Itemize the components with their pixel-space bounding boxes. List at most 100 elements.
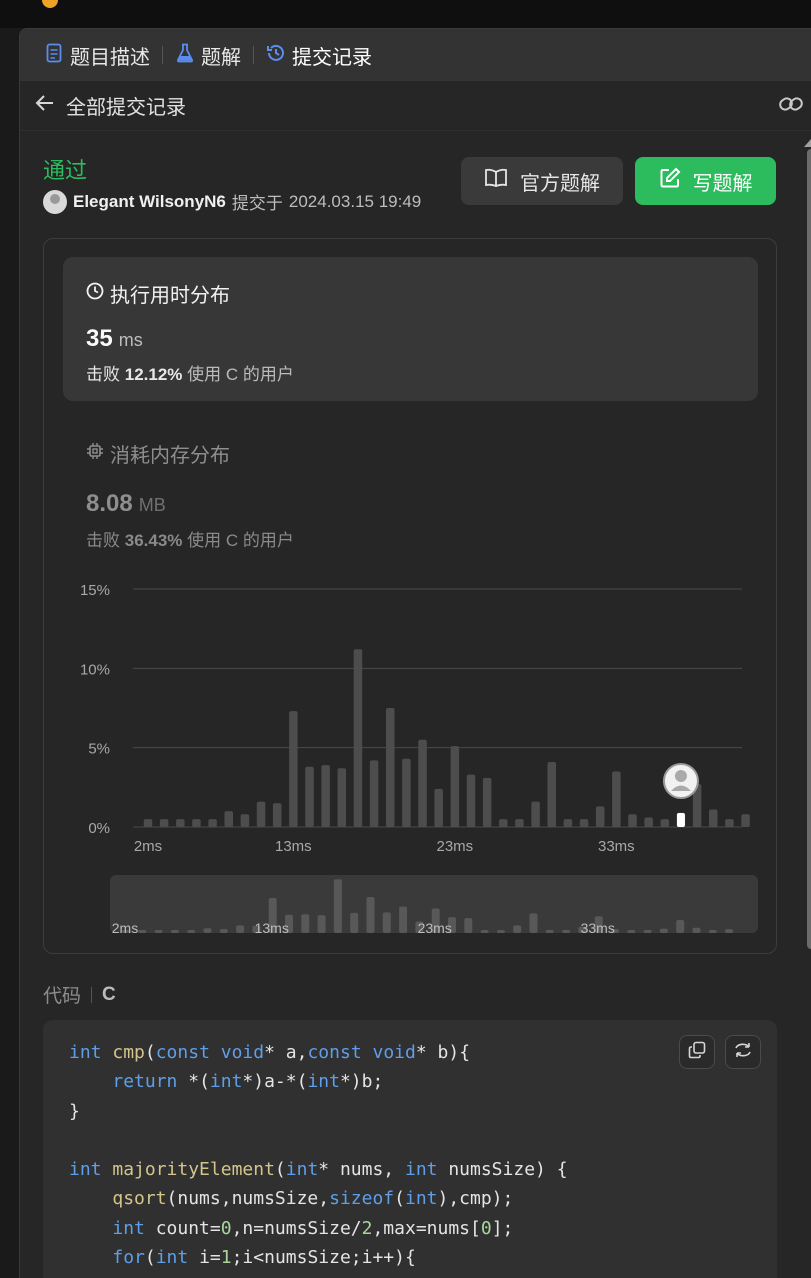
overview-bar (513, 925, 522, 933)
code-language: C (102, 983, 116, 1005)
tab-solutions[interactable]: 题解 (171, 41, 245, 70)
overview-bar (692, 927, 701, 933)
official-solution-button[interactable]: 官方题解 (461, 157, 623, 205)
overview-bar (219, 929, 228, 933)
code-label: 代码 (43, 986, 82, 1007)
overview-bar (659, 928, 668, 933)
code-block[interactable]: int cmp(const void* a,const void* b){ re… (43, 1020, 777, 1278)
submissions-subheader: 全部提交记录 (20, 81, 811, 131)
chart-bar (402, 758, 411, 827)
submission-panel: 题目描述 题解 提交记录 全部提交记录 通过 Elegant WilsonyN6… (19, 28, 811, 1278)
overview-bar (627, 930, 636, 933)
edit-icon (659, 167, 681, 195)
submission-meta: Elegant WilsonyN6 提交于 2024.03.15 19:49 (43, 189, 421, 214)
overview-bar (154, 930, 163, 933)
overview-tick-label: 13ms (255, 920, 289, 936)
overview-bar (464, 918, 473, 933)
overview-tick-label: 23ms (418, 920, 452, 936)
chart-bar (192, 819, 201, 827)
overview-bar (187, 930, 196, 933)
chart-bar (353, 649, 363, 827)
chart-bar (337, 768, 347, 827)
chart-bar (612, 771, 621, 827)
overview-bar (708, 930, 717, 933)
subheader-title[interactable]: 全部提交记录 (66, 91, 186, 120)
overview-bar (676, 920, 685, 933)
scrollbar-thumb[interactable] (807, 149, 811, 949)
chart-bar (741, 814, 750, 827)
copy-icon (688, 1041, 706, 1064)
y-tick-label: 5% (88, 741, 110, 758)
overview-bar (529, 913, 538, 933)
chart-bar (531, 801, 540, 827)
chart-bar (418, 739, 427, 827)
leetcode-logo-icon (42, 0, 58, 8)
chart-bar (224, 811, 233, 827)
overview-bar (350, 912, 359, 933)
y-tick-label: 10% (80, 661, 110, 678)
flask-icon (175, 43, 195, 68)
user-marker-bar (676, 813, 685, 827)
chart-bar (305, 766, 314, 827)
runtime-distribution-chart[interactable]: 15% 10% 5% 0% 2ms 13ms 23ms 33ms 2ms 13ms 23ms 33ms (44, 239, 778, 955)
username[interactable]: Elegant WilsonyN6 (73, 192, 226, 212)
tab-solutions-label: 题解 (201, 46, 241, 69)
chart-bar (256, 801, 266, 827)
overview-bar (496, 930, 505, 933)
tab-divider (253, 46, 254, 64)
avatar[interactable] (43, 189, 67, 214)
back-arrow-icon[interactable] (32, 93, 58, 119)
tab-divider (162, 46, 163, 64)
overview-bar (725, 929, 734, 933)
scroll-up-icon[interactable] (804, 139, 811, 147)
overview-bar (366, 897, 375, 933)
chart-bar (515, 819, 524, 827)
official-solution-label: 官方题解 (520, 172, 600, 195)
chart-bar (482, 777, 492, 827)
code-content[interactable]: int cmp(const void* a,const void* b){ re… (69, 1038, 568, 1272)
stats-card: 执行用时分布 35 ms 击败 12.12% 使用 C 的用户 消耗内存分布 8.… (43, 238, 777, 954)
overview-bar (399, 906, 408, 933)
chart-bar (644, 817, 653, 827)
x-tick-label: 23ms (437, 838, 474, 855)
overview-bar (545, 930, 554, 933)
scrollbar[interactable] (804, 139, 811, 949)
swap-button[interactable] (725, 1035, 761, 1069)
overview-bar (562, 930, 571, 933)
y-tick-label: 0% (88, 820, 110, 837)
copy-button[interactable] (679, 1035, 715, 1069)
swap-icon (734, 1041, 752, 1064)
overview-bar (382, 912, 391, 933)
overview-tick-label: 2ms (112, 920, 138, 936)
x-tick-label: 33ms (598, 838, 635, 855)
chart-bar (386, 708, 395, 827)
overview-tick-label: 33ms (581, 920, 615, 936)
chart-bar (289, 711, 298, 827)
document-icon (44, 43, 64, 68)
write-solution-label: 写题解 (692, 172, 753, 195)
tab-submissions[interactable]: 提交记录 (262, 41, 376, 70)
y-tick-label: 15% (80, 582, 110, 599)
chart-bar (709, 809, 718, 827)
chart-bar (628, 814, 637, 827)
overview-bar (317, 915, 326, 933)
code-divider (91, 986, 93, 1003)
user-avatar-head (674, 770, 687, 782)
tab-bar: 题目描述 题解 提交记录 (20, 29, 811, 81)
chart-bar (369, 760, 379, 827)
link-icon[interactable] (778, 93, 804, 121)
submitted-datetime: 2024.03.15 19:49 (288, 191, 422, 211)
overview-bar (236, 925, 245, 933)
overview-bar (203, 928, 212, 933)
submission-status: 通过 (43, 158, 88, 183)
chart-bar (547, 761, 556, 827)
write-solution-button[interactable]: 写题解 (635, 157, 776, 205)
chart-bar (563, 819, 573, 827)
overview-bar (138, 930, 147, 933)
tab-description[interactable]: 题目描述 (40, 41, 154, 70)
chart-bar (660, 819, 670, 827)
tab-description-label: 题目描述 (70, 46, 150, 69)
chart-bar (499, 819, 508, 827)
chart-bar (450, 746, 460, 827)
chart-bar (208, 819, 217, 827)
